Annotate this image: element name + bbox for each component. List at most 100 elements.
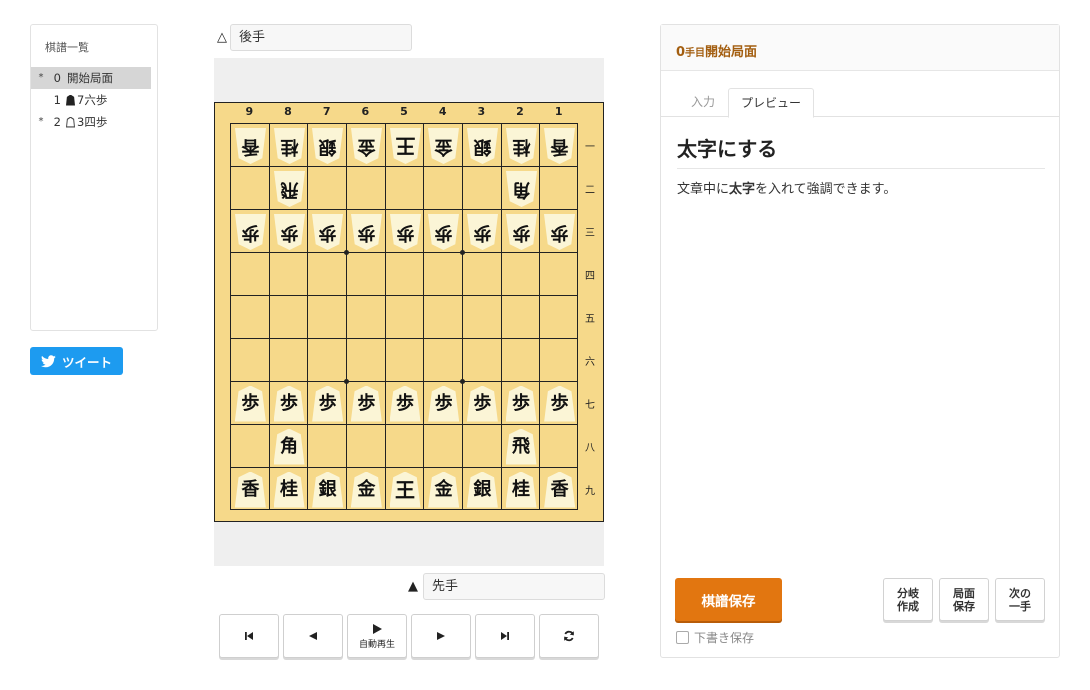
gote-captured-pieces-area[interactable] xyxy=(214,58,604,102)
gote-piece[interactable]: 歩 xyxy=(506,214,537,250)
last-move-button[interactable] xyxy=(475,614,535,658)
gote-piece[interactable]: 歩 xyxy=(390,214,421,250)
gote-piece-icon xyxy=(64,111,77,133)
piece-kanji: 香 xyxy=(241,135,260,157)
sente-piece[interactable]: 歩 xyxy=(466,385,498,422)
sente-piece[interactable]: 歩 xyxy=(505,385,537,422)
piece-kanji: 金 xyxy=(357,478,376,500)
autoplay-button[interactable]: 自動再生 xyxy=(347,614,407,658)
gote-piece[interactable]: 桂 xyxy=(506,128,537,164)
piece-kanji: 歩 xyxy=(473,392,492,414)
gote-piece[interactable]: 歩 xyxy=(235,214,266,250)
sente-piece[interactable]: 歩 xyxy=(312,385,344,422)
gote-piece[interactable]: 歩 xyxy=(428,214,459,250)
sente-piece[interactable]: 歩 xyxy=(350,385,382,422)
sente-name-input[interactable]: 先手 xyxy=(423,573,605,600)
kifu-move-item[interactable]: * 2 3四歩 xyxy=(31,111,151,133)
gote-piece[interactable]: 銀 xyxy=(312,128,343,164)
sente-piece[interactable]: 香 xyxy=(234,471,266,508)
tab-preview[interactable]: プレビュー xyxy=(728,88,814,118)
gote-piece[interactable]: 香 xyxy=(235,128,266,164)
sente-piece[interactable]: 歩 xyxy=(544,385,576,422)
piece-kanji: 香 xyxy=(241,478,260,500)
piece-kanji: 歩 xyxy=(550,221,569,243)
preview-text-after: を入れて強調できます。 xyxy=(755,182,897,197)
grid-line xyxy=(423,124,425,509)
first-move-button[interactable] xyxy=(219,614,279,658)
move-unit: 手目 xyxy=(685,48,706,59)
prev-move-button[interactable] xyxy=(283,614,343,658)
play-icon xyxy=(373,623,382,634)
gote-piece[interactable]: 歩 xyxy=(312,214,343,250)
kifu-panel-title: 棋譜一覧 xyxy=(45,41,89,54)
tab-input[interactable]: 入力 xyxy=(681,88,725,117)
kifu-move-item[interactable]: 1 7六歩 xyxy=(31,89,151,111)
rank-label: 一 xyxy=(585,141,595,153)
gote-piece[interactable]: 歩 xyxy=(467,214,498,250)
current-move-heading: 0手目開始局面 xyxy=(676,41,757,60)
gote-piece[interactable]: 金 xyxy=(428,128,459,164)
piece-kanji: 歩 xyxy=(473,221,492,243)
gote-piece[interactable]: 歩 xyxy=(351,214,382,250)
gote-piece[interactable]: 銀 xyxy=(467,128,498,164)
sente-piece[interactable]: 歩 xyxy=(273,385,305,422)
comment-editor-panel: 0手目開始局面 入力 プレビュー 太字にする 文章中に太字を入れて強調できます。… xyxy=(660,24,1060,658)
sente-piece[interactable]: 飛 xyxy=(505,428,537,465)
gote-piece[interactable]: 金 xyxy=(351,128,382,164)
gote-piece[interactable]: 歩 xyxy=(544,214,575,250)
piece-kanji: 歩 xyxy=(318,221,337,243)
next-best-move-button[interactable]: 次の 一手 xyxy=(995,578,1045,621)
rank-label: 四 xyxy=(585,270,595,282)
sente-piece[interactable]: 角 xyxy=(273,428,305,465)
sente-piece[interactable]: 歩 xyxy=(389,385,421,422)
sente-piece[interactable]: 歩 xyxy=(234,385,266,422)
gote-name-input[interactable]: 後手 xyxy=(230,24,412,51)
gote-piece[interactable]: 桂 xyxy=(274,128,305,164)
refresh-icon xyxy=(564,630,574,642)
sente-captured-pieces-area[interactable] xyxy=(214,522,604,566)
grid-line xyxy=(231,381,577,382)
board-grid[interactable]: 香桂銀金王金銀桂香飛角歩歩歩歩歩歩歩歩歩歩歩歩歩歩歩歩歩歩角飛香桂銀金王金銀桂香 xyxy=(230,123,578,510)
save-position-button[interactable]: 局面 保存 xyxy=(939,578,989,621)
file-label: 3 xyxy=(477,105,486,118)
save-kifu-button[interactable]: 棋譜保存 xyxy=(675,578,782,621)
sente-piece[interactable]: 金 xyxy=(350,471,382,508)
file-label: 1 xyxy=(554,105,563,118)
gote-piece[interactable]: 王 xyxy=(390,128,421,164)
piece-kanji: 桂 xyxy=(512,135,530,157)
tweet-button[interactable]: ツイート xyxy=(30,347,123,375)
branch-marker xyxy=(31,89,51,111)
gote-piece[interactable]: 歩 xyxy=(274,214,305,250)
branch-marker: * xyxy=(38,72,44,83)
gote-piece[interactable]: 香 xyxy=(544,128,575,164)
move-title: 開始局面 xyxy=(705,45,758,60)
grid-line xyxy=(384,124,386,509)
sente-piece[interactable]: 桂 xyxy=(505,471,537,508)
grid-line xyxy=(231,424,577,425)
sente-piece[interactable]: 王 xyxy=(389,471,421,508)
create-branch-button[interactable]: 分岐 作成 xyxy=(883,578,933,621)
gote-piece[interactable]: 角 xyxy=(506,171,537,207)
editor-tabs: 入力 プレビュー xyxy=(661,88,1059,118)
move-text: 7六歩 xyxy=(77,93,108,107)
piece-kanji: 歩 xyxy=(434,392,453,414)
sente-piece[interactable]: 歩 xyxy=(428,385,460,422)
sente-piece[interactable]: 銀 xyxy=(312,471,344,508)
editor-header: 0手目開始局面 xyxy=(661,25,1059,71)
flip-board-button[interactable] xyxy=(539,614,599,658)
sente-piece[interactable]: 桂 xyxy=(273,471,305,508)
piece-kanji: 歩 xyxy=(550,392,569,414)
sente-piece[interactable]: 香 xyxy=(544,471,576,508)
draft-save-checkbox[interactable] xyxy=(676,631,689,644)
next-move-step-button[interactable] xyxy=(411,614,471,658)
sente-piece[interactable]: 金 xyxy=(428,471,460,508)
sente-piece[interactable]: 銀 xyxy=(466,471,498,508)
kifu-move-item[interactable]: * 0 開始局面 xyxy=(31,67,151,89)
step-forward-icon xyxy=(437,632,445,640)
piece-kanji: 角 xyxy=(512,178,530,200)
gote-triangle-icon: △ xyxy=(217,30,227,45)
piece-kanji: 桂 xyxy=(512,478,530,500)
grid-line xyxy=(231,209,577,210)
rank-label: 二 xyxy=(585,184,595,196)
gote-piece[interactable]: 飛 xyxy=(274,171,305,207)
